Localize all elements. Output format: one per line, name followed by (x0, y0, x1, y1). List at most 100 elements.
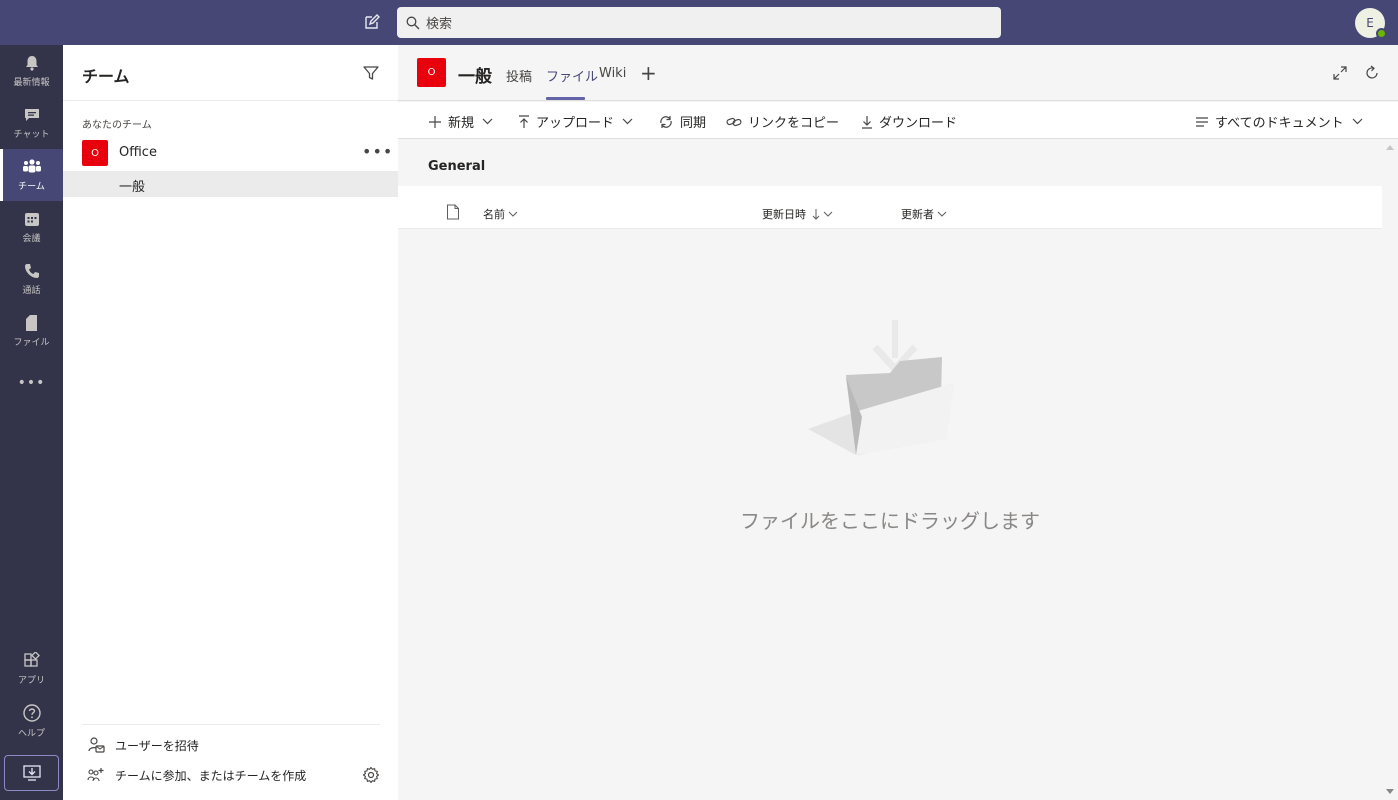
invite-users-button[interactable]: ユーザーを招待 (87, 734, 199, 756)
view-label: すべてのドキュメント (1215, 116, 1344, 131)
tab-wiki[interactable]: Wiki (599, 66, 626, 81)
expand-icon (1333, 66, 1347, 80)
rail-item-calls[interactable]: 通話 (0, 253, 63, 305)
sync-icon (660, 115, 672, 128)
view-selector[interactable]: すべてのドキュメント (1195, 112, 1363, 131)
chevron-down-icon (482, 118, 493, 125)
team-item-office[interactable]: O Office ••• (63, 138, 398, 168)
chat-icon (24, 109, 39, 121)
new-label: 新規 (448, 116, 475, 131)
avatar[interactable]: E (1355, 8, 1387, 39)
panel-title: チーム (82, 67, 130, 86)
team-more-options-icon[interactable]: ••• (362, 142, 393, 161)
upload-button[interactable]: アップロード (518, 112, 633, 131)
scroll-up-arrow-icon[interactable] (1386, 145, 1394, 150)
scroll-down-arrow-icon[interactable] (1386, 789, 1394, 794)
channel-item-general[interactable]: 一般 (63, 171, 398, 197)
copy-link-button[interactable]: リンクをコピー (726, 112, 839, 131)
modified-by-column-header[interactable]: 更新者 (901, 206, 947, 222)
folder-drop-icon (808, 320, 954, 455)
compose-icon (365, 14, 380, 29)
channel-header: O 一般 投稿 ファイル Wiki + (398, 45, 1398, 101)
command-bar: 新規 アップロード 同期 リンクをコピー ダウンロード すべてのドキュメント (398, 102, 1398, 139)
channel-title: 一般 (458, 67, 492, 87)
download-app-button[interactable] (4, 755, 59, 791)
app-bar: 最新情報 チャット チーム 会議 通話 ファイル ••• アプリ ヘルプ (0, 45, 63, 800)
download-button[interactable]: ダウンロード (861, 112, 957, 131)
sync-button[interactable]: 同期 (658, 112, 706, 131)
list-view-icon (1196, 116, 1208, 127)
chevron-down-icon (937, 211, 947, 217)
link-icon (726, 117, 742, 126)
sync-label: 同期 (680, 116, 707, 131)
rail-item-label: 会議 (22, 234, 41, 244)
invite-users-label: ユーザーを招待 (115, 738, 199, 753)
rail-item-label: ファイル (13, 338, 50, 348)
rail-item-files[interactable]: ファイル (0, 305, 63, 357)
document-icon (447, 204, 459, 220)
reload-icon (1366, 65, 1378, 79)
name-column-header[interactable]: 名前 (483, 206, 518, 222)
vertical-scrollbar[interactable] (1382, 139, 1398, 800)
rail-item-help[interactable]: ヘルプ (0, 695, 63, 747)
chevron-down-icon (508, 211, 518, 217)
modified-column-label: 更新日時 (762, 208, 806, 221)
chevron-down-icon (1352, 118, 1363, 125)
presence-status-icon (1376, 28, 1387, 39)
add-tab-button[interactable]: + (640, 63, 657, 83)
chevron-down-icon (622, 118, 633, 125)
teams-icon (22, 159, 41, 173)
search-placeholder: 検索 (426, 17, 453, 32)
new-button[interactable]: 新規 (428, 112, 493, 131)
file-icon (25, 315, 37, 331)
copy-link-label: リンクをコピー (748, 116, 840, 131)
rail-item-apps[interactable]: アプリ (0, 643, 63, 695)
file-type-column[interactable] (446, 204, 460, 224)
upload-label: アップロード (536, 116, 615, 131)
help-icon (22, 704, 41, 722)
rail-item-more[interactable]: ••• (0, 357, 63, 409)
panel-header: チーム (63, 45, 398, 101)
join-or-create-team-button[interactable]: チームに参加、またはチームを作成 (87, 764, 306, 786)
rail-item-label: 最新情報 (13, 78, 50, 88)
modified-by-column-label: 更新者 (901, 208, 934, 221)
reload-button[interactable] (1364, 65, 1380, 85)
rail-item-label: アプリ (17, 676, 45, 686)
empty-state-message: ファイルをここにドラッグします (740, 509, 1040, 533)
tab-posts[interactable]: 投稿 (506, 66, 532, 85)
rail-item-activity[interactable]: 最新情報 (0, 45, 63, 97)
channel-name: 一般 (119, 180, 146, 195)
rail-item-label: チャット (13, 130, 50, 140)
gear-icon (362, 766, 380, 784)
team-avatar: O (82, 140, 108, 166)
footer-divider (82, 724, 380, 725)
section-label: あなたのチーム (82, 120, 152, 131)
new-chat-button[interactable] (361, 11, 383, 33)
search-box[interactable]: 検索 (397, 7, 1001, 38)
join-team-icon (87, 768, 104, 782)
channel-team-avatar: O (417, 58, 446, 87)
expand-button[interactable] (1332, 65, 1348, 85)
phone-icon (24, 264, 39, 278)
name-column-label: 名前 (483, 208, 505, 221)
manage-teams-settings-button[interactable] (362, 766, 380, 788)
download-icon (862, 115, 872, 129)
rail-item-chat[interactable]: チャット (0, 97, 63, 149)
rail-item-label: チーム (18, 182, 45, 192)
channel-content: O 一般 投稿 ファイル Wiki + 新規 アップロード 同期 リンクをコピー… (398, 45, 1398, 800)
bell-icon (25, 56, 38, 71)
rail-item-teams[interactable]: チーム (0, 149, 63, 201)
rail-item-calendar[interactable]: 会議 (0, 201, 63, 253)
filter-icon (363, 66, 379, 80)
teams-list-panel: チーム あなたのチーム O Office ••• 一般 ユーザーを招待 チームに… (63, 45, 398, 800)
sort-descending-icon (812, 209, 820, 220)
more-icon: ••• (17, 375, 46, 391)
tab-files[interactable]: ファイル (546, 66, 598, 85)
top-bar: 検索 E (0, 0, 1398, 45)
modified-column-header[interactable]: 更新日時 (762, 206, 833, 222)
chevron-down-icon (823, 211, 833, 217)
active-tab-indicator (546, 97, 585, 100)
filter-button[interactable] (362, 64, 380, 86)
rail-item-label: ヘルプ (17, 729, 45, 739)
upload-icon (519, 114, 529, 128)
